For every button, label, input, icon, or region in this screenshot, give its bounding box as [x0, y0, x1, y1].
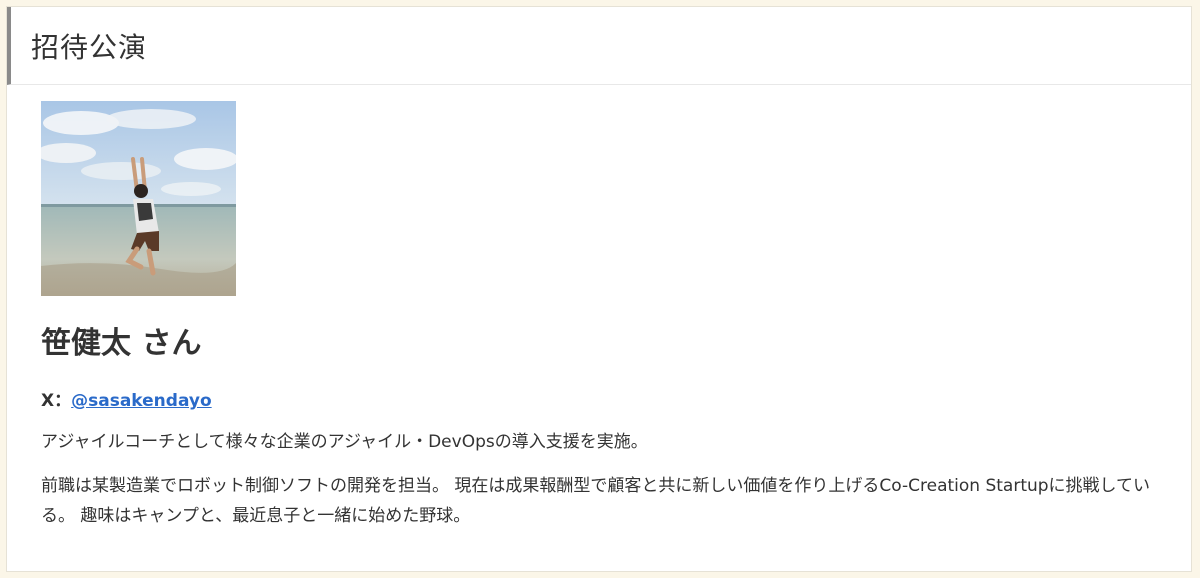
x-label: X：	[41, 391, 72, 411]
speaker-bio-2: 前職は某製造業でロボット制御ソフトの開発を担当。 現在は成果報酬型で顧客と共に新…	[41, 476, 1151, 526]
speaker-bio-1: アジャイルコーチとして様々な企業のアジャイル・DevOpsの導入支援を実施。	[41, 432, 648, 452]
speaker-photo	[41, 101, 236, 296]
x-handle-link[interactable]: @sasakendayo	[71, 391, 212, 411]
speaker-name: 笹健太 さん	[41, 326, 202, 361]
speaker-profile: 笹健太 さん X：@sasakendayo アジャイルコーチとして様々な企業のア…	[7, 85, 1191, 531]
x-account-line: X：@sasakendayo	[41, 386, 1191, 411]
section-title: 招待公演	[31, 30, 148, 64]
invited-talk-card: 招待公演 笹健太 さん X：@sasakendayo アジャイルコーチとして様々…	[6, 6, 1192, 572]
section-header: 招待公演	[7, 7, 1191, 85]
